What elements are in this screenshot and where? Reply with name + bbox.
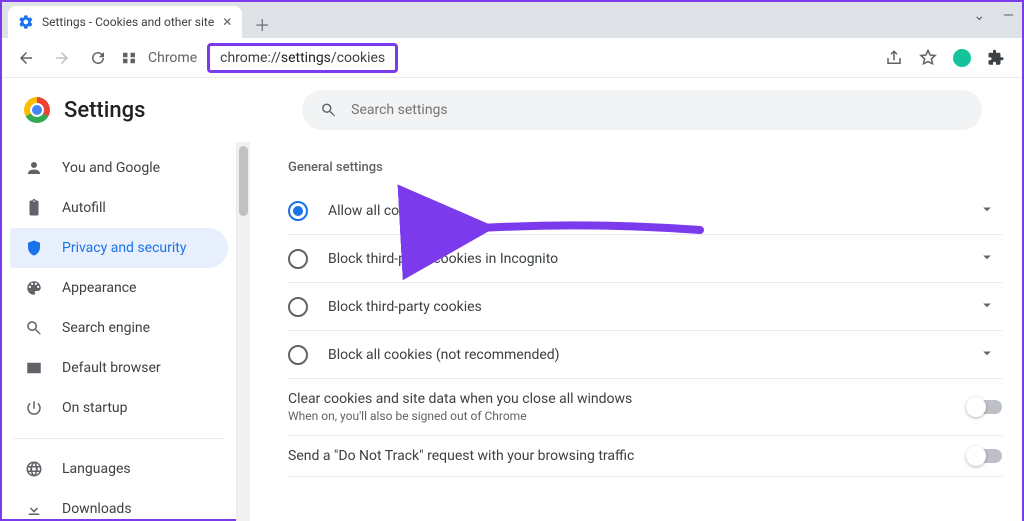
browser-tab-strip: Settings - Cookies and other site ✕ ＋ ⌄ … (2, 2, 1022, 38)
sidebar-item-label: On startup (62, 400, 128, 416)
sidebar-item-label: Default browser (62, 360, 161, 376)
page-title: Settings (64, 98, 145, 123)
sidebar-divider (14, 438, 224, 439)
browser-toolbar: Chrome chrome://settings/cookies (2, 38, 1022, 78)
address-scheme-label: Chrome (148, 50, 197, 66)
window-icon (24, 358, 44, 378)
shield-icon (24, 238, 44, 258)
sidebar-item-autofill[interactable]: Autofill (10, 188, 228, 228)
sidebar-item-label: Languages (62, 461, 131, 477)
tab-title: Settings - Cookies and other site (42, 15, 214, 29)
sidebar-item-downloads[interactable]: Downloads (10, 489, 228, 521)
address-bar[interactable]: Chrome chrome://settings/cookies (120, 43, 876, 73)
radio-icon[interactable] (288, 201, 308, 221)
cookie-option-label: Block all cookies (not recommended) (328, 347, 560, 363)
person-icon (24, 158, 44, 178)
search-icon (24, 318, 44, 338)
search-icon (320, 101, 337, 119)
gear-icon (18, 14, 34, 30)
section-heading: General settings (288, 160, 1002, 175)
radio-icon[interactable] (288, 345, 308, 365)
globe-icon (24, 459, 44, 479)
back-button[interactable] (12, 44, 40, 72)
sidebar-item-you-and-google[interactable]: You and Google (10, 148, 228, 188)
window-controls: ⌄ — (973, 8, 1014, 24)
sidebar-item-label: Autofill (62, 200, 106, 216)
chevron-down-icon[interactable]: ⌄ (973, 8, 985, 24)
forward-button[interactable] (48, 44, 76, 72)
toggle-do-not-track[interactable]: Send a "Do Not Track" request with your … (288, 436, 1002, 477)
sidebar-item-languages[interactable]: Languages (10, 449, 228, 489)
sidebar-item-search-engine[interactable]: Search engine (10, 308, 228, 348)
sidebar-item-label: Privacy and security (62, 240, 186, 256)
sidebar-item-label: Appearance (62, 280, 136, 296)
download-icon (24, 499, 44, 519)
chevron-down-icon[interactable] (972, 296, 1002, 318)
chevron-down-icon[interactable] (972, 200, 1002, 222)
close-icon[interactable]: ✕ (222, 15, 232, 29)
sidebar-item-label: Search engine (62, 320, 150, 336)
sidebar-item-appearance[interactable]: Appearance (10, 268, 228, 308)
cookie-option-label: Block third-party cookies in Incognito (328, 251, 558, 267)
sidebar-item-label: You and Google (62, 160, 160, 176)
grammarly-icon[interactable] (952, 48, 972, 68)
reload-button[interactable] (84, 44, 112, 72)
sidebar-item-default-browser[interactable]: Default browser (10, 348, 228, 388)
new-tab-button[interactable]: ＋ (248, 10, 276, 38)
chevron-down-icon[interactable] (972, 248, 1002, 270)
sidebar-item-label: Downloads (62, 501, 132, 517)
toggle-switch[interactable] (968, 449, 1002, 463)
share-icon[interactable] (884, 48, 904, 68)
cookie-option-block-all[interactable]: Block all cookies (not recommended) (288, 331, 1002, 379)
chevron-down-icon[interactable] (972, 344, 1002, 366)
extensions-puzzle-icon[interactable] (986, 48, 1006, 68)
radio-icon[interactable] (288, 297, 308, 317)
toggle-label: Clear cookies and site data when you clo… (288, 391, 632, 407)
power-icon (24, 398, 44, 418)
toggle-label: Send a "Do Not Track" request with your … (288, 448, 634, 464)
settings-header: Settings (2, 78, 1022, 142)
cookie-options-list: Allow all cookies Block third-party cook… (288, 187, 1002, 379)
cookie-option-allow-all[interactable]: Allow all cookies (288, 187, 1002, 235)
site-info-icon[interactable] (120, 49, 138, 67)
cookie-option-label: Allow all cookies (328, 203, 432, 219)
settings-sidebar: You and Google Autofill Privacy and secu… (2, 142, 236, 521)
toggle-sublabel: When on, you'll also be signed out of Ch… (288, 409, 632, 423)
cookie-option-label: Block third-party cookies (328, 299, 482, 315)
minimize-icon[interactable]: — (1003, 8, 1014, 24)
main-panel: General settings Allow all cookies Block… (250, 142, 1022, 521)
sidebar-item-on-startup[interactable]: On startup (10, 388, 228, 428)
url-host: settings (281, 50, 331, 66)
clipboard-icon (24, 198, 44, 218)
radio-icon[interactable] (288, 249, 308, 269)
sidebar-item-privacy-security[interactable]: Privacy and security (10, 228, 228, 268)
bookmark-star-icon[interactable] (918, 48, 938, 68)
browser-tab[interactable]: Settings - Cookies and other site ✕ (8, 6, 242, 38)
toggle-clear-on-close[interactable]: Clear cookies and site data when you clo… (288, 379, 1002, 436)
cookie-option-block-3p[interactable]: Block third-party cookies (288, 283, 1002, 331)
palette-icon (24, 278, 44, 298)
url-prefix: chrome:// (220, 50, 281, 66)
sidebar-scrollbar[interactable] (236, 142, 250, 521)
url-path: /cookies (331, 50, 385, 66)
settings-search[interactable] (302, 90, 982, 130)
url-highlight-box: chrome://settings/cookies (207, 43, 398, 73)
settings-search-input[interactable] (351, 102, 964, 118)
chrome-logo-icon (24, 97, 50, 123)
cookie-option-block-3p-incognito[interactable]: Block third-party cookies in Incognito (288, 235, 1002, 283)
toggle-switch[interactable] (968, 400, 1002, 414)
